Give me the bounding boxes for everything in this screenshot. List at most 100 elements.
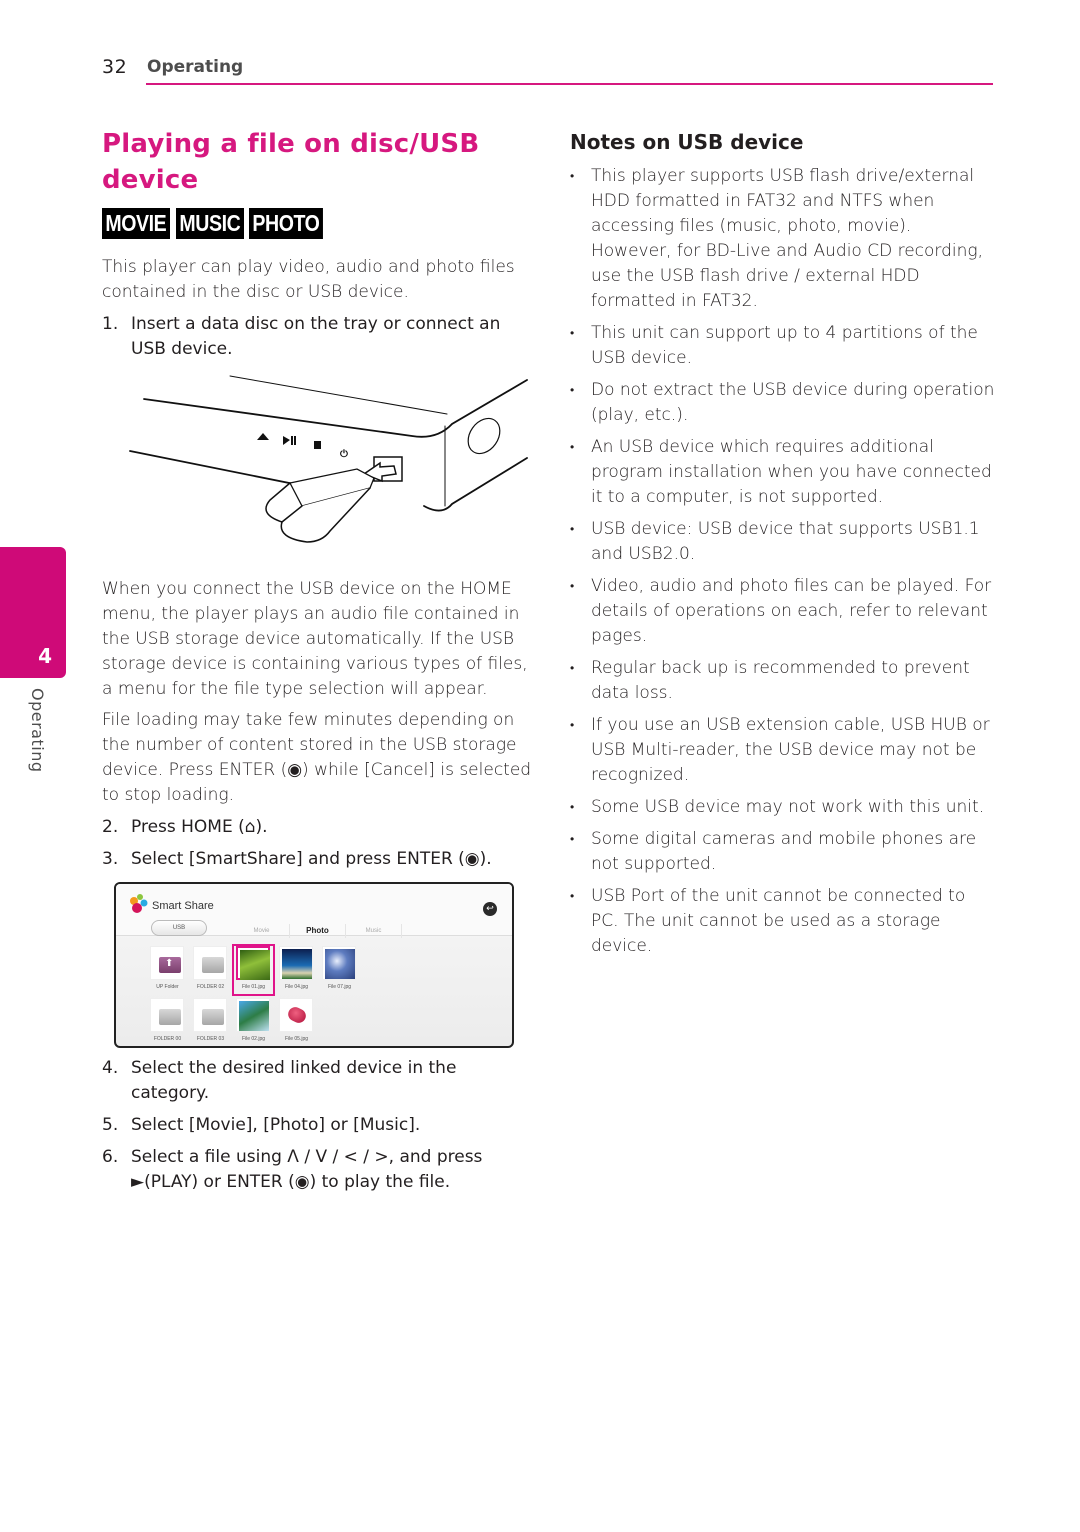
file-item-selected[interactable]: File 01.jpg <box>232 944 275 996</box>
media-tabs: Movie Photo Music <box>234 924 402 938</box>
step-4: 4. Select the desired linked device in t… <box>102 1056 532 1106</box>
page-number: 32 <box>102 56 128 78</box>
smart-share-logo-icon <box>130 894 148 913</box>
step-5: 5. Select [Movie], [Photo] or [Music]. <box>102 1113 532 1138</box>
bullet-icon: • <box>570 718 575 732</box>
bullet-icon: • <box>570 326 575 340</box>
selection-highlight <box>232 944 275 996</box>
file-item-photo[interactable]: File 02.jpg <box>232 996 275 1046</box>
photo-thumbnail <box>239 1001 269 1031</box>
media-type-badges: MOVIE MUSIC PHOTO <box>102 208 532 239</box>
photo-thumbnail <box>282 949 312 979</box>
file-item-folder[interactable]: FOLDER 00 <box>146 996 189 1046</box>
note-item: • An USB device which requires additional… <box>570 435 995 510</box>
usb-insert-illustration: ⏻ <box>102 366 532 571</box>
tab-photo[interactable]: Photo <box>290 924 346 938</box>
folder-icon <box>159 1009 181 1025</box>
note-item: • This player supports USB flash drive/ex… <box>570 164 995 314</box>
smart-share-screen: Smart Share USB Movie Photo Music ↩ UP F… <box>114 882 514 1048</box>
file-label: UP Folder <box>156 984 179 990</box>
notes-list: • This player supports USB flash drive/ex… <box>570 164 995 959</box>
smart-share-title: Smart Share <box>152 900 214 912</box>
file-item-up-folder[interactable]: UP Folder <box>146 944 189 996</box>
step-number: 3. <box>102 849 119 869</box>
step-2: 2. Press HOME (⌂). <box>102 815 532 840</box>
step-3: 3. Select [SmartShare] and press ENTER (… <box>102 847 532 872</box>
note-item: • USB Port of the unit cannot be connecte… <box>570 884 995 959</box>
step-number: 5. <box>102 1115 119 1135</box>
bullet-icon: • <box>570 383 575 397</box>
note-item: • Some USB device may not work with this … <box>570 795 995 820</box>
step-number: 4. <box>102 1058 119 1078</box>
folder-icon <box>202 957 224 973</box>
file-label: FOLDER 00 <box>153 1036 182 1042</box>
play-pause-icon-bar2 <box>294 436 296 445</box>
chapter-number: 4 <box>38 644 52 668</box>
power-icon: ⏻ <box>340 448 348 460</box>
bullet-icon: • <box>570 889 575 903</box>
bullet-icon: • <box>570 522 575 536</box>
note-item: • USB device: USB device that supports US… <box>570 517 995 567</box>
file-label: FOLDER 02 <box>196 984 225 990</box>
step-number: 1. <box>102 314 119 334</box>
file-label: File 02.jpg <box>241 1036 266 1042</box>
chapter-tab: 4 <box>0 547 66 678</box>
step-text: Select [SmartShare] and press ENTER (◉). <box>131 849 492 869</box>
step-text: Select [Movie], [Photo] or [Music]. <box>131 1115 421 1135</box>
notes-heading: Notes on USB device <box>570 130 804 154</box>
page-title: Playing a file on disc/USB device <box>102 129 480 195</box>
folder-icon <box>202 1009 224 1025</box>
section-title: Operating <box>147 57 244 77</box>
bullet-icon: • <box>570 832 575 846</box>
note-item: • Do not extract the USB device during op… <box>570 378 995 428</box>
file-item-photo[interactable]: File 04.jpg <box>275 944 318 996</box>
play-pause-icon <box>283 436 290 445</box>
step-number: 2. <box>102 817 119 837</box>
bullet-icon: • <box>570 661 575 675</box>
play-pause-icon-bar1 <box>291 436 293 445</box>
tab-movie[interactable]: Movie <box>234 924 290 938</box>
back-icon[interactable]: ↩ <box>483 902 497 916</box>
file-label: File 07.jpg <box>327 984 352 990</box>
note-item: • Some digital cameras and mobile phones … <box>570 827 995 877</box>
bullet-icon: • <box>570 169 575 183</box>
bullet-icon: • <box>570 579 575 593</box>
chapter-label: Operating <box>28 688 47 773</box>
loading-paragraph: File loading may take few minutes depend… <box>102 710 532 805</box>
music-badge: MUSIC <box>175 208 244 239</box>
file-item-photo[interactable]: File 05.jpg <box>275 996 318 1046</box>
auto-play-paragraph: When you connect the USB device on the H… <box>102 579 528 699</box>
step-text: Press HOME (⌂). <box>131 817 268 837</box>
player-buttons: ⏻ <box>257 433 348 460</box>
step-text: Select a file using Λ / V / < / >, and p… <box>131 1147 483 1192</box>
right-column: Notes on USB device • This player support… <box>570 128 995 966</box>
step-text: Select the desired linked device in the … <box>131 1058 457 1103</box>
step-1: 1. Insert a data disc on the tray or con… <box>102 312 532 362</box>
file-item-folder[interactable]: FOLDER 02 <box>189 944 232 996</box>
stop-icon <box>314 441 321 449</box>
left-column: Playing a file on disc/USB device MOVIE … <box>102 126 532 1195</box>
smart-share-topbar: Smart Share USB Movie Photo Music ↩ <box>116 884 512 938</box>
file-item-photo[interactable]: File 07.jpg <box>318 944 361 996</box>
bullet-icon: • <box>570 800 575 814</box>
note-item: • Video, audio and photo files can be pla… <box>570 574 995 649</box>
header-rule <box>146 83 993 85</box>
step-number: 6. <box>102 1147 119 1167</box>
photo-badge: PHOTO <box>249 208 324 239</box>
tab-music[interactable]: Music <box>346 924 402 938</box>
eject-icon <box>257 433 269 440</box>
step-text: Insert a data disc on the tray or connec… <box>131 314 501 359</box>
file-item-folder[interactable]: FOLDER 03 <box>189 996 232 1046</box>
movie-badge: MOVIE <box>102 208 170 239</box>
intro-paragraph: This player can play video, audio and ph… <box>102 257 515 302</box>
photo-thumbnail <box>325 949 355 979</box>
note-item: • Regular back up is recommended to preve… <box>570 656 995 706</box>
file-label: File 05.jpg <box>284 1036 309 1042</box>
photo-thumbnail <box>282 1001 312 1031</box>
note-item: • If you use an USB extension cable, USB … <box>570 713 995 788</box>
up-folder-icon <box>159 957 181 973</box>
file-label: File 04.jpg <box>284 984 309 990</box>
bullet-icon: • <box>570 440 575 454</box>
step-6: 6. Select a file using Λ / V / < / >, an… <box>102 1145 532 1195</box>
usb-device-button[interactable]: USB <box>151 920 207 936</box>
